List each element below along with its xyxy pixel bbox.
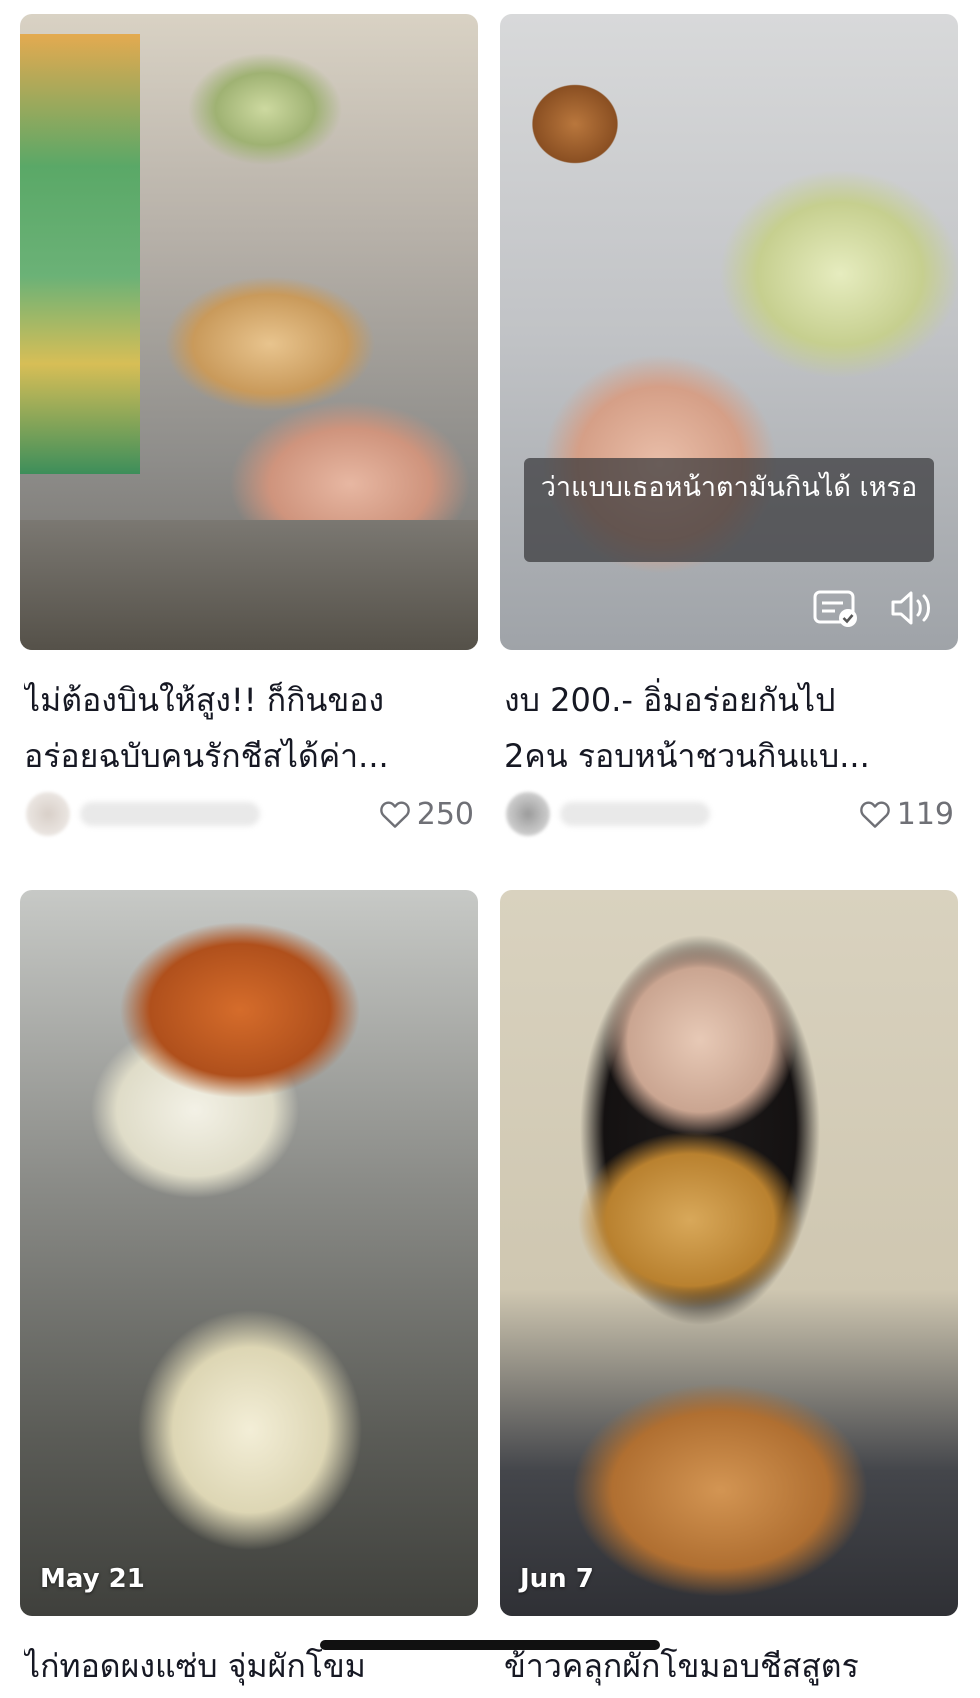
thumbnail-detail	[20, 34, 140, 474]
post-title-line: งบ 200.- อิ่มอร่อยกันไป	[504, 681, 836, 719]
like-count-value: 250	[416, 796, 474, 832]
post-meta: 250	[20, 784, 478, 844]
author-name-blurred[interactable]	[560, 802, 710, 826]
post-card[interactable]: Jun 7 ข้าวคลุกผักโขมอบชีสสูตร	[500, 890, 958, 1698]
post-date: May 21	[40, 1564, 145, 1594]
post-card[interactable]: ไม่ต้องบินให้สูง!! ก็กินของ อร่อยฉบับคนร…	[20, 14, 478, 844]
post-card[interactable]: ว่าแบบเธอหน้าตามันกินได้ เหรอ งบ 200.- อ…	[500, 14, 958, 844]
avatar[interactable]	[26, 792, 70, 836]
like-count-value: 119	[896, 796, 954, 832]
heart-outline-icon[interactable]	[379, 799, 411, 829]
post-title-line: ไม่ต้องบินให้สูง!! ก็กินของ	[24, 681, 385, 719]
heart-outline-icon[interactable]	[859, 799, 891, 829]
post-thumbnail[interactable]: Jun 7	[500, 890, 958, 1616]
video-controls	[812, 584, 936, 632]
video-caption-overlay: ว่าแบบเธอหน้าตามันกินได้ เหรอ	[524, 458, 934, 562]
like-count[interactable]: 119	[859, 797, 954, 832]
author[interactable]	[26, 792, 260, 836]
post-title-line: 2คน รอบหน้าชวนกินแบ...	[504, 737, 870, 775]
like-count[interactable]: 250	[379, 797, 474, 832]
speaker-icon[interactable]	[888, 584, 936, 632]
post-thumbnail[interactable]: May 21	[20, 890, 478, 1616]
post-date: Jun 7	[520, 1564, 594, 1594]
post-thumbnail[interactable]: ว่าแบบเธอหน้าตามันกินได้ เหรอ	[500, 14, 958, 650]
post-card[interactable]: May 21 ไก่ทอดผงแซ่บ จุ่มผักโขม	[20, 890, 478, 1698]
captions-icon[interactable]	[812, 584, 860, 632]
author[interactable]	[506, 792, 710, 836]
author-name-blurred[interactable]	[80, 802, 260, 826]
home-indicator[interactable]	[320, 1640, 660, 1650]
post-title[interactable]: งบ 200.- อิ่มอร่อยกันไป 2คน รอบหน้าชวนกิ…	[500, 672, 958, 784]
avatar[interactable]	[506, 792, 550, 836]
post-thumbnail[interactable]	[20, 14, 478, 650]
thumbnail-detail	[20, 520, 478, 650]
post-title-line: อร่อยฉบับคนรักชีสได้ค่า...	[24, 737, 389, 775]
post-meta: 119	[500, 784, 958, 844]
post-title[interactable]: ไม่ต้องบินให้สูง!! ก็กินของ อร่อยฉบับคนร…	[20, 672, 478, 784]
